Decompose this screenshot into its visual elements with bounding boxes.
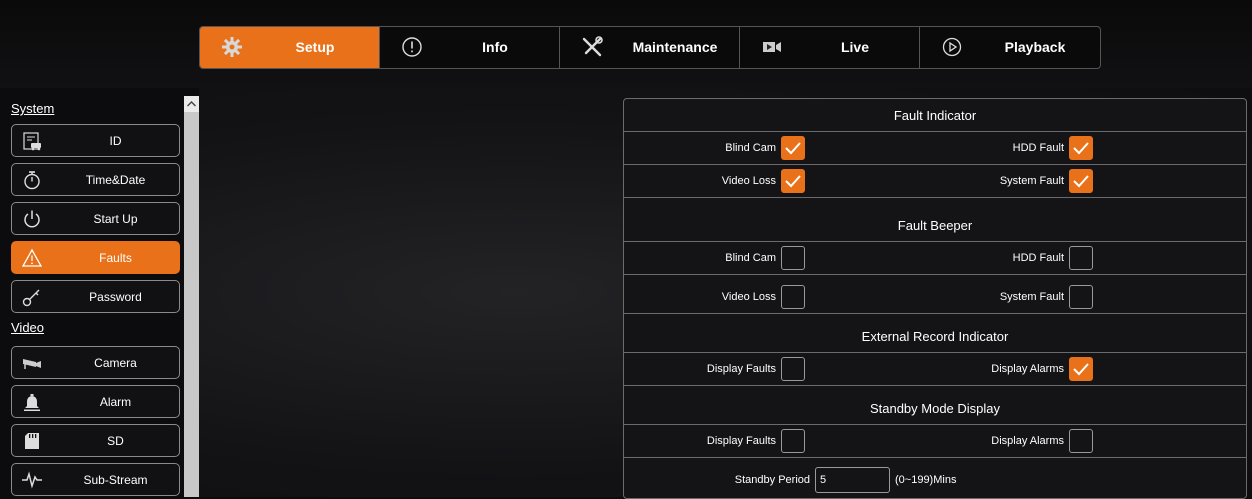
play-icon [940,35,964,59]
tab-info[interactable]: Info [380,27,560,68]
tab-maintenance[interactable]: Maintenance [560,27,740,68]
sidebar-item-label: ID [109,134,122,148]
sidebar-item-label: Camera [94,356,137,370]
sidebar-item-faults[interactable]: Faults [11,241,180,274]
tools-icon [580,35,604,59]
sidebar-item-start-up[interactable]: Start Up [11,202,180,235]
tab-live[interactable]: Live [740,27,920,68]
sd-card-icon [21,430,43,452]
section-video: Video [11,320,45,335]
tab-live-label: Live [840,39,869,55]
section-fault-indicator: Fault Indicator [624,99,1246,132]
settings-row: Display Faults Display Alarms [624,425,1246,458]
chevron-up-icon [187,101,196,107]
sidebar-item-label: Start Up [93,212,138,226]
scroll-up-button[interactable] [184,96,199,112]
settings-row: Display Faults Display Alarms [624,353,1246,386]
section-title: Fault Indicator [893,108,977,123]
settings-row: Blind Cam HDD Fault [624,132,1246,165]
fault-beeper-hdd-fault: HDD Fault [624,242,1093,275]
external-record-display-alarms: Display Alarms [624,353,1093,386]
tab-setup-label: Setup [295,39,335,55]
checkmark-icon [1073,142,1089,155]
gear-icon [220,35,244,59]
fault-beeper-system-fault: System Fault [624,281,1093,314]
tab-info-label: Info [482,39,508,55]
sidebar-item-time-date[interactable]: Time&Date [11,163,180,196]
field-label: Display Alarms [991,363,1064,375]
field-label: HDD Fault [1012,142,1064,154]
tab-playback[interactable]: Playback [920,27,1100,68]
section-title: Fault Beeper [897,218,973,233]
tab-maintenance-label: Maintenance [632,39,718,55]
standby-display-alarms-checkbox[interactable] [1069,429,1093,453]
video-camera-icon [760,35,784,59]
top-bar: Setup Info Maintenance Live Playback [0,0,1252,88]
waveform-icon [21,469,43,491]
field-label: System Fault [999,291,1064,303]
warning-icon [21,247,43,269]
stopwatch-icon [21,169,43,191]
fault-indicator-system-fault-checkbox[interactable] [1069,169,1093,193]
sidebar-item-sub-stream[interactable]: Sub-Stream [11,463,180,496]
power-icon [21,208,43,230]
tab-playback-label: Playback [1004,39,1066,55]
standby-period-unit: (0~199)Mins [895,474,957,486]
sidebar-item-label: Password [89,290,142,304]
sidebar-item-label: Sub-Stream [83,473,148,487]
sidebar-item-sd[interactable]: SD [11,424,180,457]
sidebar-item-alarm[interactable]: Alarm [11,385,180,418]
fault-beeper-hdd-fault-checkbox[interactable] [1069,246,1093,270]
section-system: System [11,101,55,116]
standby-display-alarms: Display Alarms [624,425,1093,458]
field-label: Display Alarms [991,435,1064,447]
sidebar-item-label: Faults [99,251,132,265]
faults-settings-panel: Fault Indicator Blind Cam HDD Fault Vide… [623,98,1247,499]
standby-period-row: Standby Period (0~199)Mins [624,464,1246,497]
fault-indicator-hdd-fault: HDD Fault [624,132,1093,165]
bell-icon [21,391,43,413]
sidebar-scrollbar[interactable] [184,96,199,497]
sidebar-item-label: Alarm [99,395,132,409]
key-icon [21,286,43,308]
section-fault-beeper: Fault Beeper [624,209,1246,242]
settings-row: Video Loss System Fault [624,165,1246,198]
section-external-record-indicator: External Record Indicator [624,320,1246,353]
fault-indicator-system-fault: System Fault [624,165,1093,198]
section-title: Standby Mode Display [869,401,1001,416]
tab-setup[interactable]: Setup [200,27,380,68]
standby-period-label: Standby Period [734,474,810,486]
sidebar-item-id[interactable]: ID [11,124,180,157]
main-nav: Setup Info Maintenance Live Playback [199,26,1101,69]
fault-indicator-hdd-fault-checkbox[interactable] [1069,136,1093,160]
sidebar-item-camera[interactable]: Camera [11,346,180,379]
info-icon [400,35,424,59]
settings-row: Video Loss System Fault [624,281,1246,314]
checkmark-icon [1073,175,1089,188]
sidebar-item-password[interactable]: Password [11,280,180,313]
checkmark-icon [1073,363,1089,376]
fault-beeper-system-fault-checkbox[interactable] [1069,285,1093,309]
section-standby-mode-display: Standby Mode Display [624,392,1246,425]
field-label: System Fault [999,175,1064,187]
cctv-camera-icon [21,352,43,374]
vehicle-id-icon [21,130,43,152]
sidebar: System ID Time&Date Start Up Faults Pass… [0,96,199,497]
settings-row: Blind Cam HDD Fault [624,242,1246,275]
field-label: HDD Fault [1012,252,1064,264]
standby-period-input[interactable] [815,467,890,493]
external-record-display-alarms-checkbox[interactable] [1069,357,1093,381]
section-title: External Record Indicator [861,329,1009,344]
sidebar-item-label: SD [107,434,124,448]
sidebar-item-label: Time&Date [85,173,146,187]
